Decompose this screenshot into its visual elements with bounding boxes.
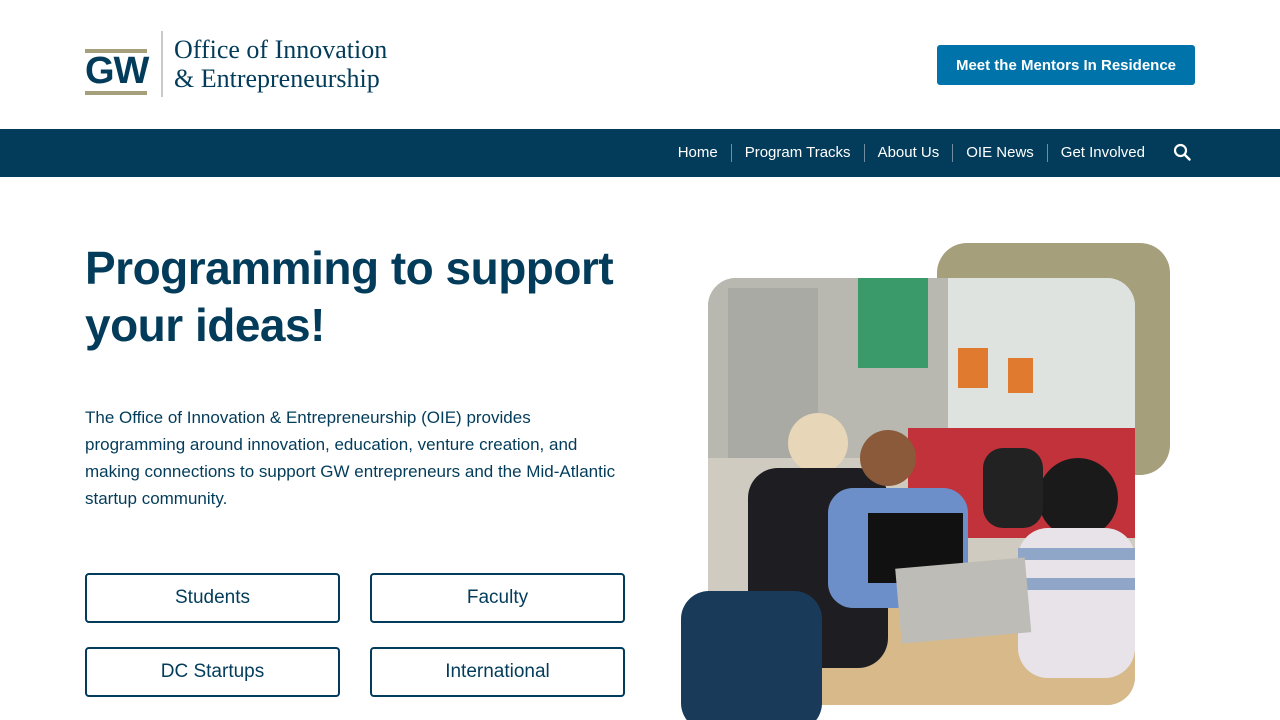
students-button[interactable]: Students [85,573,340,623]
search-icon [1173,143,1191,161]
meet-mentors-button[interactable]: Meet the Mentors In Residence [937,45,1195,85]
nav-item-oie-news[interactable]: OIE News [953,144,1047,162]
faculty-button[interactable]: Faculty [370,573,625,623]
logo-wordmark: Office of Innovation & Entrepreneurship [174,35,387,93]
nav-item-program-tracks[interactable]: Program Tracks [732,144,864,162]
logo-mark-text: GW [85,50,149,92]
logo-line-1: Office of Innovation [174,35,388,64]
hero-headline-line-2: your ideas! [85,299,325,351]
gw-logo-mark: GW [85,39,149,95]
main-nav: Home Program Tracks About Us OIE News Ge… [0,129,1280,177]
dc-startups-button[interactable]: DC Startups [85,647,340,697]
gw-oie-logo[interactable]: GW Office of Innovation & Entrepreneursh… [85,31,387,97]
nav-item-about-us[interactable]: About Us [865,144,953,162]
logo-divider [161,31,163,97]
nav-items: Home Program Tracks About Us OIE News Ge… [665,129,1158,177]
nav-item-home[interactable]: Home [665,144,731,162]
logo-line-2: & Entrepreneurship [174,64,380,93]
logo-bar-bottom [85,91,147,95]
hero-headline-line-1: Programming to support [85,242,614,294]
site-header: GW Office of Innovation & Entrepreneursh… [0,0,1280,129]
hero-headline: Programming to support your ideas! [85,240,645,354]
nav-item-get-involved[interactable]: Get Involved [1048,144,1158,162]
hero-intro-text: The Office of Innovation & Entrepreneurs… [85,408,616,508]
search-button[interactable] [1170,139,1194,165]
decorative-navy-block [681,591,822,720]
international-button[interactable]: International [370,647,625,697]
